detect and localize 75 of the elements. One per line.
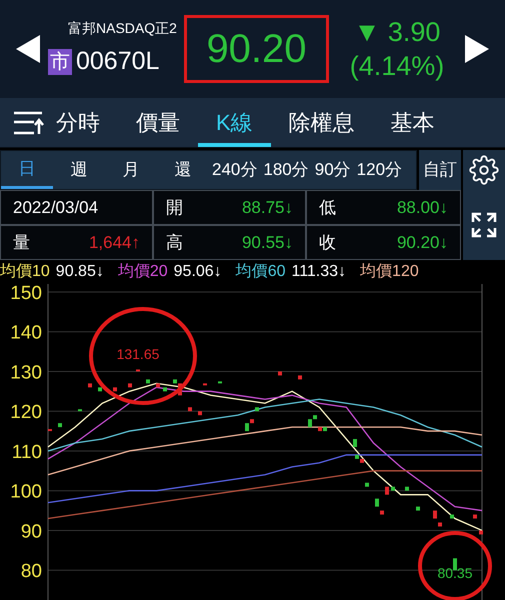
axis-label: 140 (10, 322, 42, 344)
period-tab[interactable]: 週 (53, 151, 105, 189)
stat-value: 88.75↓ (242, 196, 293, 219)
last-price: 90.20 (206, 26, 307, 73)
candlestick (473, 514, 477, 519)
candlestick (278, 371, 282, 376)
candlestick (58, 423, 62, 428)
stat-label: 開 (166, 196, 183, 219)
axis-label: 120 (10, 402, 42, 424)
period-tab[interactable]: 還 (157, 151, 209, 189)
candlestick (128, 383, 132, 388)
stat-value: 1,644↑ (88, 232, 140, 254)
candlestick (113, 387, 117, 392)
tab[interactable]: 基本 (372, 98, 453, 147)
sort-menu-icon[interactable] (12, 110, 44, 136)
axis-label: 130 (10, 362, 42, 384)
candlestick (298, 375, 302, 380)
axis-label: 100 (10, 482, 42, 503)
candlestick (255, 407, 259, 412)
average-value: 90.85↓ (56, 262, 104, 282)
candlestick (88, 383, 92, 388)
candlestick (218, 381, 222, 384)
candlestick (405, 486, 409, 491)
custom-button[interactable]: 自訂 (419, 150, 461, 190)
candlestick (479, 530, 483, 534)
average-label: 均價20 (118, 262, 168, 282)
candlestick (136, 369, 140, 372)
left-arrow-icon[interactable] (16, 35, 40, 63)
fullscreen-button[interactable] (463, 190, 505, 260)
change-percent: (4.14%) (350, 50, 444, 83)
average-value: 95.06↓ (174, 262, 222, 282)
stat-value: 90.55↓ (242, 232, 293, 254)
candlestick (365, 482, 369, 487)
fund-code: 00670L (76, 46, 160, 77)
period-tab[interactable]: 90分 (312, 151, 354, 189)
axis-label: 90 (20, 521, 42, 542)
settings-icon (469, 155, 499, 185)
price-annotation: 131.65 (116, 346, 160, 362)
stat-label: 低 (319, 196, 336, 219)
stat-label: 量 (13, 232, 30, 254)
candlestick (98, 387, 102, 392)
period-tab[interactable]: 月 (105, 151, 157, 189)
average-label: 均價120 (360, 262, 419, 282)
expand-icon (470, 211, 498, 239)
period-tab[interactable]: 240分 (209, 151, 260, 189)
axis-label: 150 (10, 284, 42, 304)
tab[interactable]: 價量 (118, 98, 198, 147)
tab[interactable]: 分時 (48, 98, 118, 147)
candlestick (416, 506, 420, 511)
candlestick (188, 407, 192, 412)
stat-label: 高 (166, 232, 183, 254)
candlestick (146, 379, 150, 384)
market-badge: 市 (48, 48, 72, 74)
candlestick (78, 409, 82, 412)
period-tab[interactable]: 180分 (260, 151, 312, 189)
candlestick (198, 411, 202, 416)
price-change: ▼ 3.90 (354, 16, 440, 49)
axis-label: 110 (12, 442, 42, 463)
candlestick (450, 514, 454, 519)
axis-label: 80 (20, 561, 42, 582)
average-value: 111.33↓ (291, 262, 346, 282)
tab[interactable]: 除權息 (270, 98, 373, 147)
average-label: 均價10 (0, 262, 50, 282)
right-arrow-icon[interactable] (465, 35, 489, 63)
period-tab[interactable]: 120分 (354, 151, 406, 189)
date-text: 2022/03/04 (13, 196, 98, 219)
fund-name: 富邦NASDAQ正2 (68, 18, 177, 38)
stat-label: 收 (319, 232, 336, 254)
average-label: 均價60 (236, 262, 286, 282)
stat-value: 88.00↓ (396, 196, 448, 219)
candlestick (48, 429, 52, 432)
stat-value: 90.20↓ (396, 232, 448, 254)
candlestick (203, 383, 207, 386)
settings-button[interactable] (463, 150, 505, 190)
price-annotation: 80.35 (437, 565, 473, 582)
